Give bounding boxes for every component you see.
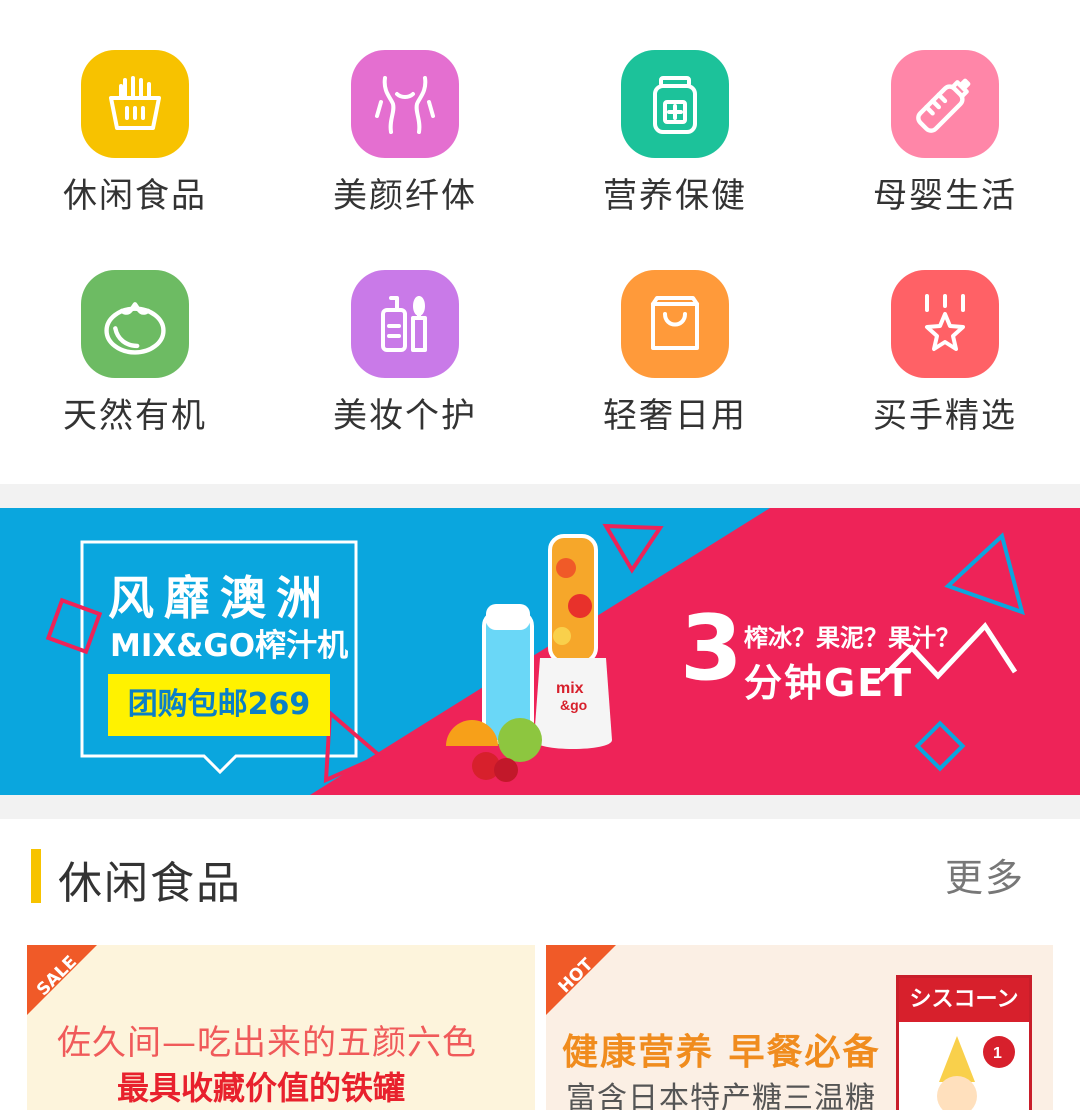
svg-text:&go: &go xyxy=(560,697,587,713)
banner-tagline: 分钟GET xyxy=(744,661,914,705)
card-headline: 佐久间—吃出来的五颜六色 xyxy=(57,1023,477,1063)
cosmetics-icon xyxy=(351,270,459,378)
svg-text:1: 1 xyxy=(993,1045,1002,1062)
category-label: 美颜纤体 xyxy=(333,176,477,216)
body-figure-icon xyxy=(351,50,459,158)
section-header: 休闲食品 更多 xyxy=(0,819,1080,939)
more-link[interactable]: 更多 xyxy=(945,847,1025,902)
shopping-bag-icon xyxy=(621,270,729,378)
section-divider xyxy=(0,484,1080,508)
product-card[interactable]: HOT 健康营养 早餐必备 富含日本特产糖三温糖 シスコーンBIG 1 xyxy=(546,945,1053,1110)
bottle-brand-mark: mix xyxy=(556,680,584,697)
tomato-icon xyxy=(81,270,189,378)
section-accent-bar xyxy=(31,849,41,903)
banner-number: 3 xyxy=(680,596,743,701)
category-snacks[interactable]: 休闲食品 xyxy=(0,0,270,216)
medicine-bottle-icon xyxy=(621,50,729,158)
category-cosmetics[interactable]: 美妆个护 xyxy=(270,220,540,436)
banner-product-name: MIX&GO榨汁机 xyxy=(110,628,349,664)
category-label: 营养保健 xyxy=(603,176,747,216)
category-beauty-slim[interactable]: 美颜纤体 xyxy=(270,0,540,216)
card-headline: 健康营养 早餐必备 xyxy=(562,1032,881,1073)
section-title: 休闲食品 xyxy=(58,858,242,909)
fries-basket-icon xyxy=(81,50,189,158)
category-grid: 休闲食品 美颜纤体 营养保健 母婴生活 天然有机 美妆个护 轻奢日用 买手精选 xyxy=(0,0,1080,484)
category-buyer-picks[interactable]: 买手精选 xyxy=(810,220,1080,436)
banner-deal-badge: 团购包邮269 xyxy=(108,674,330,736)
baby-bottle-icon xyxy=(891,50,999,158)
banner-question: 榨冰？果泥？果汁？ xyxy=(744,624,960,652)
section-divider xyxy=(0,795,1080,819)
category-label: 买手精选 xyxy=(873,396,1017,436)
category-label: 轻奢日用 xyxy=(603,396,747,436)
category-label: 天然有机 xyxy=(63,396,207,436)
category-organic[interactable]: 天然有机 xyxy=(0,220,270,436)
category-label: 母婴生活 xyxy=(873,176,1017,216)
product-box-image: シスコーンBIG 1 xyxy=(896,975,1032,1110)
category-mother-baby[interactable]: 母婴生活 xyxy=(810,0,1080,216)
product-box-title: シスコーンBIG xyxy=(899,978,1029,1056)
star-ribbon-icon xyxy=(891,270,999,378)
category-nutrition[interactable]: 营养保健 xyxy=(540,0,810,216)
card-subline: 富含日本特产糖三温糖 xyxy=(566,1081,876,1110)
category-label: 休闲食品 xyxy=(63,176,207,216)
promo-banner[interactable]: mix &go 风靡澳洲 MIX&GO榨汁机 团购包邮269 3 榨冰？果泥？果… xyxy=(0,508,1080,795)
card-subline: 最具收藏价值的铁罐 xyxy=(117,1069,406,1107)
category-label: 美妆个护 xyxy=(333,396,477,436)
product-card[interactable]: SALE 佐久间—吃出来的五颜六色 最具收藏价值的铁罐 xyxy=(27,945,535,1110)
category-light-luxury[interactable]: 轻奢日用 xyxy=(540,220,810,436)
banner-headline: 风靡澳洲 xyxy=(108,571,332,625)
